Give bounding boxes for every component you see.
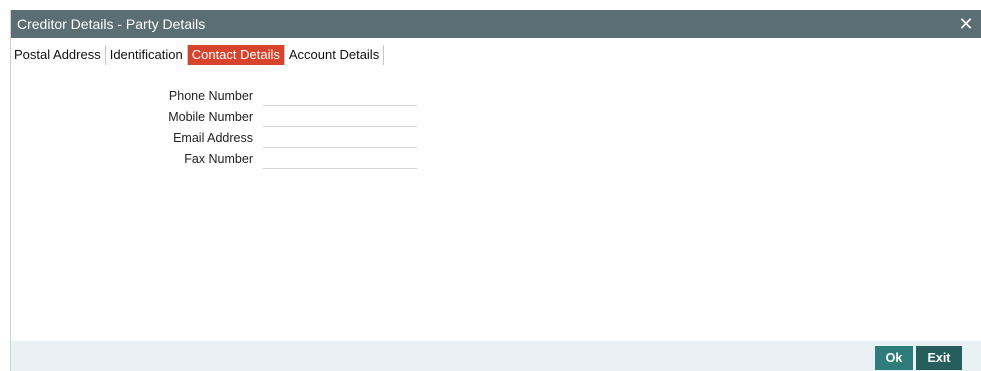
fax-number-row: Fax Number (11, 150, 431, 171)
tab-postal-address[interactable]: Postal Address (11, 45, 106, 65)
mobile-number-label: Mobile Number (168, 110, 253, 124)
dialog-footer: Ok Exit (11, 341, 981, 371)
party-details-dialog: Creditor Details - Party Details ✕ Posta… (10, 10, 981, 371)
tab-contact-details[interactable]: Contact Details (187, 45, 285, 65)
mobile-number-row: Mobile Number (11, 108, 431, 129)
mobile-number-field[interactable] (263, 108, 417, 127)
fax-number-field[interactable] (263, 150, 417, 169)
phone-number-field[interactable] (263, 87, 417, 106)
tab-identification[interactable]: Identification (106, 45, 188, 65)
exit-button[interactable]: Exit (916, 346, 962, 370)
title-bar: Creditor Details - Party Details ✕ (11, 10, 981, 38)
fax-number-label: Fax Number (184, 152, 253, 166)
tab-account-details[interactable]: Account Details (285, 45, 385, 65)
email-address-row: Email Address (11, 129, 431, 150)
tab-bar: Postal Address Identification Contact De… (11, 45, 385, 65)
close-icon[interactable]: ✕ (957, 14, 975, 34)
phone-number-label: Phone Number (168, 89, 253, 103)
email-address-label: Email Address (173, 131, 253, 145)
dialog-title: Creditor Details - Party Details (17, 16, 206, 32)
ok-button[interactable]: Ok (875, 346, 913, 370)
phone-number-row: Phone Number (11, 87, 431, 108)
email-address-field[interactable] (263, 129, 417, 148)
